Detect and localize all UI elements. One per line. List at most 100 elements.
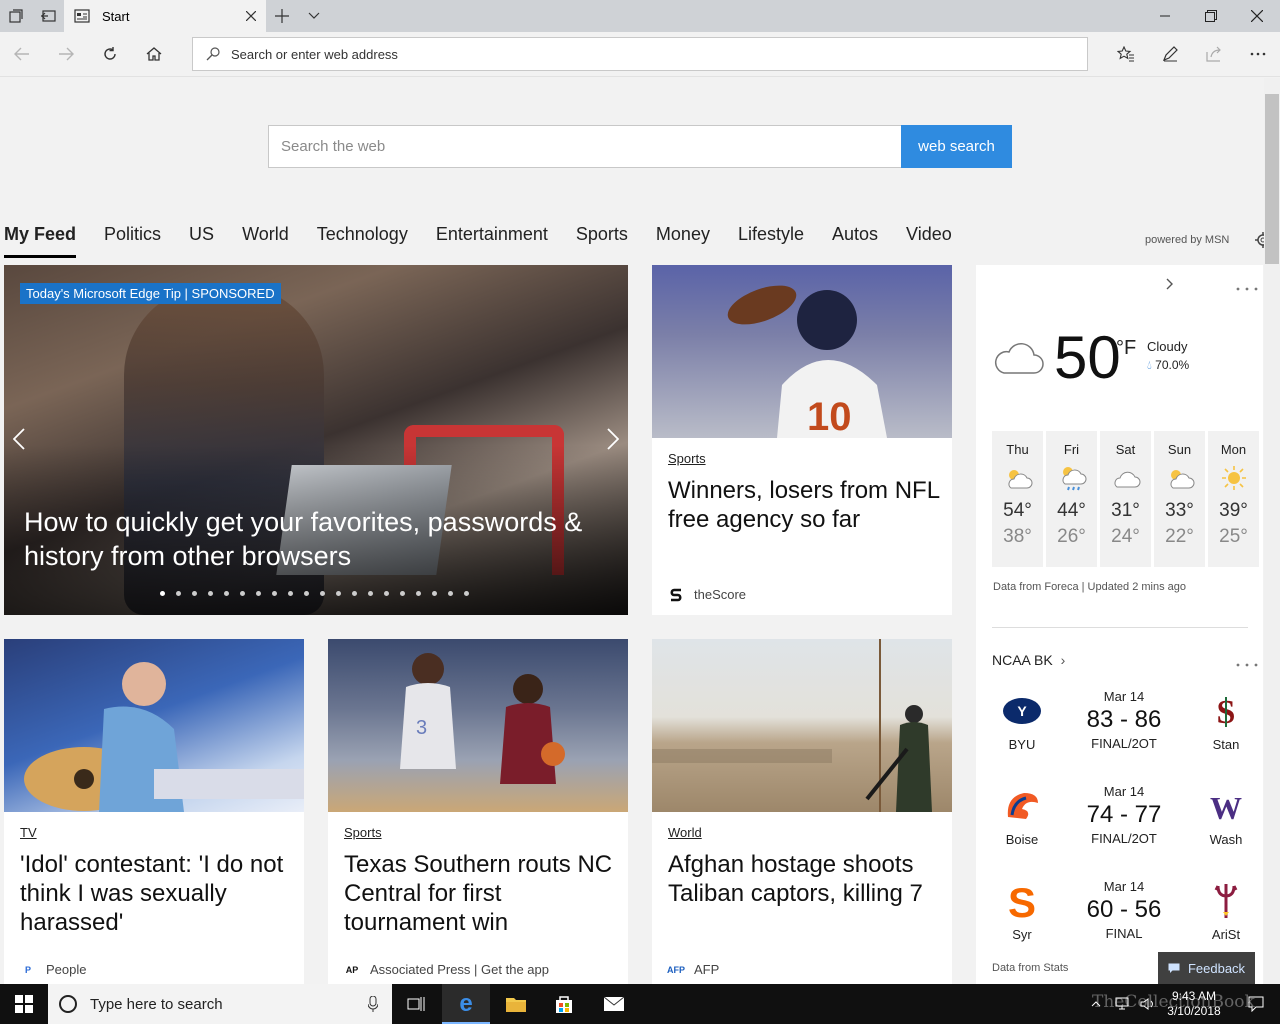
carousel-dot[interactable] xyxy=(416,591,421,596)
feedback-button[interactable]: Feedback xyxy=(1158,952,1255,984)
news-card-nfl[interactable]: 10 Sports Winners, losers from NFL free … xyxy=(652,265,952,615)
tab-money[interactable]: Money xyxy=(656,224,710,258)
tab-entertainment[interactable]: Entertainment xyxy=(436,224,548,258)
news-card-texas-southern[interactable]: 3 Sports Texas Southern routs NC Central… xyxy=(328,639,628,984)
carousel-dot[interactable] xyxy=(160,591,165,596)
hero-title[interactable]: How to quickly get your favorites, passw… xyxy=(24,505,604,573)
favorites-icon[interactable] xyxy=(1104,32,1148,76)
carousel-dot[interactable] xyxy=(224,591,229,596)
forecast-day[interactable]: Mon 39° 25° xyxy=(1208,431,1259,567)
carousel-dot[interactable] xyxy=(432,591,437,596)
tab-my-feed[interactable]: My Feed xyxy=(4,224,77,258)
carousel-dot[interactable] xyxy=(320,591,325,596)
tab-sports[interactable]: Sports xyxy=(576,224,628,258)
web-note-icon[interactable] xyxy=(1148,32,1192,76)
powered-by-msn: powered by MSN xyxy=(1145,234,1230,246)
store-icon[interactable] xyxy=(540,984,588,1024)
new-tab-icon[interactable] xyxy=(266,0,298,32)
taskbar-clock[interactable]: 9:43 AM 3/10/2018 xyxy=(1162,989,1226,1019)
file-explorer-icon[interactable] xyxy=(492,984,540,1024)
carousel-dot[interactable] xyxy=(208,591,213,596)
carousel-dot[interactable] xyxy=(256,591,261,596)
card-category[interactable]: Sports xyxy=(668,451,706,466)
carousel-dot[interactable] xyxy=(192,591,197,596)
tab-autos[interactable]: Autos xyxy=(832,224,878,258)
carousel-dot[interactable] xyxy=(448,591,453,596)
carousel-dot[interactable] xyxy=(384,591,389,596)
card-category[interactable]: Sports xyxy=(344,825,382,840)
minimize-icon[interactable] xyxy=(1142,0,1188,32)
weather-next-chevron-icon[interactable] xyxy=(1166,277,1174,295)
carousel-dot[interactable] xyxy=(288,591,293,596)
carousel-dot[interactable] xyxy=(176,591,181,596)
taskbar-search[interactable]: Type here to search xyxy=(48,984,392,1024)
carousel-dot[interactable] xyxy=(400,591,405,596)
task-view-icon[interactable] xyxy=(392,984,440,1024)
address-bar[interactable]: Search or enter web address xyxy=(192,37,1088,71)
game-row[interactable]: Y BYU Mar 14 83 - 86 FINAL/2OT S Stan xyxy=(992,689,1248,769)
tab-world[interactable]: World xyxy=(242,224,289,258)
feedback-icon xyxy=(1168,961,1180,976)
carousel-dots[interactable] xyxy=(160,591,480,596)
weather-unit[interactable]: °F xyxy=(1116,337,1136,360)
carousel-dot[interactable] xyxy=(336,591,341,596)
weather-source[interactable]: Data from Foreca | Updated 2 mins ago xyxy=(993,581,1186,593)
card-category[interactable]: TV xyxy=(20,825,37,840)
show-hidden-icons-icon[interactable] xyxy=(1084,984,1108,1024)
tab-video[interactable]: Video xyxy=(906,224,952,258)
volume-icon[interactable] xyxy=(1136,984,1160,1024)
carousel-dot[interactable] xyxy=(240,591,245,596)
back-icon[interactable] xyxy=(0,32,44,76)
card-category[interactable]: World xyxy=(668,825,702,840)
close-window-icon[interactable] xyxy=(1234,0,1280,32)
more-icon[interactable] xyxy=(1236,32,1280,76)
tab-technology[interactable]: Technology xyxy=(317,224,408,258)
hero-carousel[interactable]: Today's Microsoft Edge Tip | SPONSORED H… xyxy=(4,265,628,615)
forecast-day[interactable]: Thu 54° 38° xyxy=(992,431,1043,567)
news-card-idol[interactable]: TV 'Idol' contestant: 'I do not think I … xyxy=(4,639,304,984)
carousel-dot[interactable] xyxy=(352,591,357,596)
card-title[interactable]: Afghan hostage shoots Taliban captors, k… xyxy=(668,850,943,908)
carousel-dot[interactable] xyxy=(464,591,469,596)
carousel-dot[interactable] xyxy=(272,591,277,596)
forecast-day[interactable]: Sun 33° 22° xyxy=(1154,431,1205,567)
windows-start-icon[interactable] xyxy=(0,984,48,1024)
refresh-icon[interactable] xyxy=(88,32,132,76)
tab-us[interactable]: US xyxy=(189,224,214,258)
action-center-icon[interactable] xyxy=(1232,984,1280,1024)
carousel-next-icon[interactable] xyxy=(598,413,628,465)
web-search-input[interactable]: Search the web xyxy=(268,125,901,168)
microphone-icon[interactable] xyxy=(368,996,378,1012)
weather-more-icon[interactable] xyxy=(1236,275,1258,296)
forward-icon[interactable] xyxy=(44,32,88,76)
tab-sets-icon[interactable] xyxy=(0,0,32,32)
carousel-dot[interactable] xyxy=(368,591,373,596)
network-icon[interactable] xyxy=(1110,984,1134,1024)
forecast-day[interactable]: Sat 31° 24° xyxy=(1100,431,1151,567)
tab-politics[interactable]: Politics xyxy=(104,224,161,258)
restore-icon[interactable] xyxy=(1188,0,1234,32)
tab-start[interactable]: Start xyxy=(64,0,266,32)
game-row[interactable]: Boise Mar 14 74 - 77 FINAL/2OT W Wash xyxy=(992,784,1248,864)
mail-icon[interactable] xyxy=(590,984,638,1024)
close-tab-icon[interactable] xyxy=(236,0,266,32)
card-title[interactable]: Winners, losers from NFL free agency so … xyxy=(668,476,943,534)
set-tabs-aside-icon[interactable] xyxy=(32,0,64,32)
game-row[interactable]: S Syr Mar 14 60 - 56 FINAL AriSt xyxy=(992,879,1248,959)
home-icon[interactable] xyxy=(132,32,176,76)
scrollbar-thumb[interactable] xyxy=(1265,94,1279,264)
scores-source[interactable]: Data from Stats xyxy=(992,962,1068,974)
edge-icon[interactable]: e xyxy=(442,984,490,1024)
carousel-prev-icon[interactable] xyxy=(4,413,34,465)
carousel-dot[interactable] xyxy=(304,591,309,596)
card-title[interactable]: Texas Southern routs NC Central for firs… xyxy=(344,850,619,937)
web-search-button[interactable]: web search xyxy=(901,125,1012,168)
tab-preview-chevron-icon[interactable] xyxy=(298,0,330,32)
scores-more-icon[interactable] xyxy=(1236,651,1258,672)
forecast-day[interactable]: Fri 44° 26° xyxy=(1046,431,1097,567)
scores-title[interactable]: NCAA BK › xyxy=(992,652,1065,668)
news-card-afghan[interactable]: World Afghan hostage shoots Taliban capt… xyxy=(652,639,952,984)
share-icon[interactable] xyxy=(1192,32,1236,76)
card-title[interactable]: 'Idol' contestant: 'I do not think I was… xyxy=(20,850,295,937)
tab-lifestyle[interactable]: Lifestyle xyxy=(738,224,804,258)
